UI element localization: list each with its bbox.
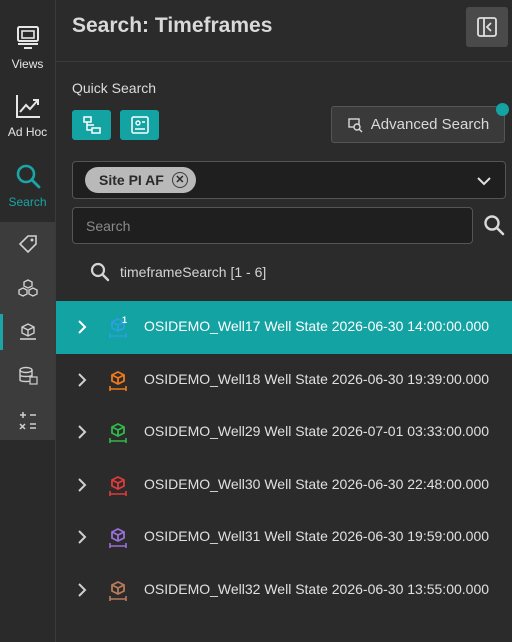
quick-search-label: Quick Search: [72, 80, 157, 96]
quick-search-template-button[interactable]: [120, 110, 159, 140]
row-label: OSIDEMO_Well30 Well State 2026-06-30 22:…: [144, 475, 490, 492]
event-frame-icon: [109, 475, 127, 496]
search-icon: [16, 164, 40, 189]
page-title: Search: Timeframes: [72, 14, 273, 37]
database-selector[interactable]: Site PI AF ✕: [72, 161, 506, 199]
row-label: OSIDEMO_Well29 Well State 2026-07-01 03:…: [144, 423, 490, 439]
nav-label-search: Search: [8, 195, 47, 209]
chevron-right-icon[interactable]: [76, 319, 88, 335]
row-label: OSIDEMO_Well31 Well State 2026-06-30 19:…: [144, 528, 490, 544]
table-row[interactable]: OSIDEMO_Well31 Well State 2026-06-30 19:…: [56, 511, 512, 564]
event-frame-icon: [109, 580, 127, 601]
table-row[interactable]: 1 OSIDEMO_Well17 Well State 2026-06-30 1…: [56, 301, 512, 354]
subnav-tags[interactable]: [0, 222, 55, 266]
row-badge-text: 1: [122, 315, 127, 325]
collapse-panel-icon: [477, 17, 497, 37]
nav-rail: Views Ad Hoc Search: [0, 0, 56, 642]
event-frame-icon: 1: [109, 315, 127, 338]
subnav-calculations[interactable]: [0, 398, 55, 442]
notification-dot: [496, 103, 509, 116]
results-header: timeframeSearch [1 - 6]: [90, 262, 266, 282]
advanced-search-icon: [348, 117, 363, 132]
table-row[interactable]: OSIDEMO_Well18 Well State 2026-06-30 19:…: [56, 354, 512, 407]
hierarchy-icon: [82, 116, 101, 134]
event-frame-icon: [109, 370, 127, 391]
chevron-right-icon[interactable]: [76, 424, 88, 440]
quick-search-hierarchy-button[interactable]: [72, 110, 111, 140]
nav-item-ad-hoc[interactable]: Ad Hoc: [0, 92, 55, 139]
search-icon: [90, 262, 110, 282]
tag-icon: [18, 235, 37, 254]
assets-icon: [17, 279, 38, 297]
event-frame-icon: [109, 527, 127, 548]
attribute-template-icon: [130, 116, 149, 134]
nav-item-search[interactable]: Search: [0, 162, 55, 209]
results-header-text: timeframeSearch [1 - 6]: [120, 264, 267, 280]
search-submit-icon[interactable]: [483, 214, 505, 236]
event-frame-icon: [109, 422, 127, 443]
chevron-right-icon[interactable]: [76, 582, 88, 598]
search-input[interactable]: [72, 207, 473, 244]
row-label: OSIDEMO_Well17 Well State 2026-06-30 14:…: [144, 318, 490, 334]
chevron-right-icon[interactable]: [76, 372, 88, 388]
nav-label-ad-hoc: Ad Hoc: [7, 125, 48, 139]
subnav-assets[interactable]: [0, 266, 55, 310]
row-label: OSIDEMO_Well18 Well State 2026-06-30 19:…: [144, 370, 490, 387]
search-panel: Search: Timeframes Quick Search Advanced…: [56, 0, 512, 642]
nav-item-views[interactable]: Views: [0, 24, 55, 71]
row-label: OSIDEMO_Well32 Well State 2026-06-30 13:…: [144, 580, 490, 597]
database-chip: Site PI AF ✕: [85, 167, 196, 193]
header-divider: [56, 61, 512, 62]
calculator-icon: [18, 412, 36, 430]
advanced-search-button[interactable]: Advanced Search: [331, 106, 505, 143]
remove-chip-icon[interactable]: ✕: [171, 172, 188, 188]
subnav-databases[interactable]: [0, 354, 55, 398]
subnav-event-frames[interactable]: [0, 310, 55, 354]
collapse-panel-button[interactable]: [466, 7, 508, 47]
search-subnav: [0, 222, 55, 440]
table-row[interactable]: OSIDEMO_Well32 Well State 2026-06-30 13:…: [56, 564, 512, 617]
table-row[interactable]: OSIDEMO_Well30 Well State 2026-06-30 22:…: [56, 459, 512, 512]
advanced-search-label: Advanced Search: [370, 116, 490, 133]
event-frame-icon: [19, 323, 36, 340]
nav-label-views: Views: [11, 57, 44, 71]
views-icon: [16, 26, 39, 49]
table-row[interactable]: OSIDEMO_Well29 Well State 2026-07-01 03:…: [56, 406, 512, 459]
chevron-right-icon[interactable]: [76, 477, 88, 493]
trend-chart-icon: [15, 95, 40, 118]
results-list: 1 OSIDEMO_Well17 Well State 2026-06-30 1…: [56, 301, 512, 616]
database-chip-label: Site PI AF: [99, 172, 164, 188]
chevron-right-icon[interactable]: [76, 529, 88, 545]
chevron-down-icon[interactable]: [475, 172, 493, 190]
database-icon: [18, 366, 38, 385]
